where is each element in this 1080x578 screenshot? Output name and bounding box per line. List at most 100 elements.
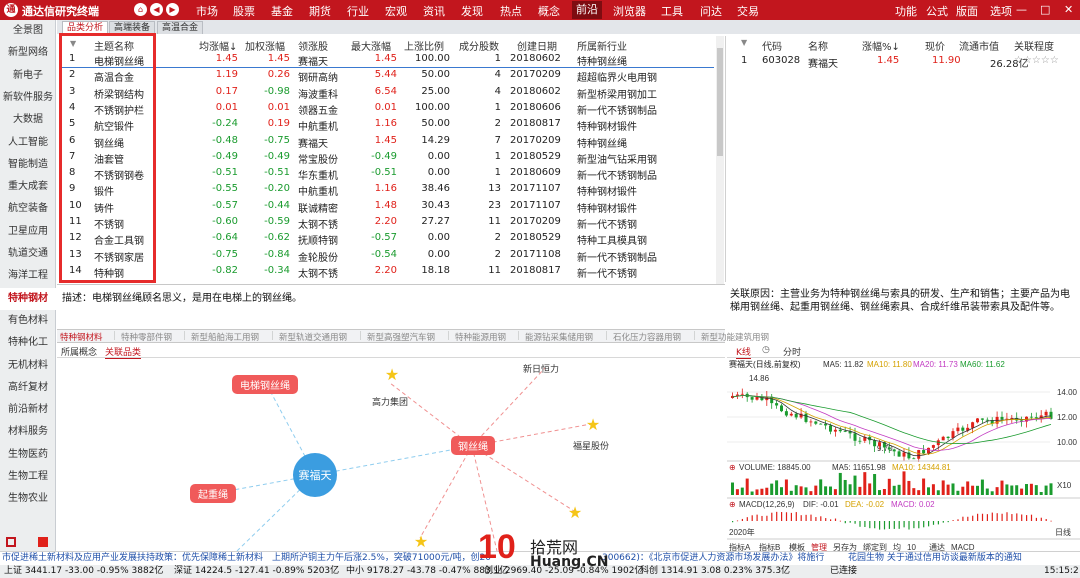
menu-item-4[interactable]: 行业 xyxy=(347,3,369,19)
table-header-3[interactable]: 领涨股 xyxy=(298,38,328,53)
sidebar-item-0[interactable]: 全景图 xyxy=(0,20,56,42)
menu-item-1[interactable]: 股票 xyxy=(233,3,255,19)
table-header-6[interactable]: 成分股数 xyxy=(459,38,499,53)
macd-bar xyxy=(928,521,930,527)
sub-tabs: 品类分析 高端装备 高温合金 xyxy=(57,20,1080,34)
table-header-2[interactable]: 加权涨幅 xyxy=(245,38,285,53)
cell-max: 5.44 xyxy=(374,69,397,81)
window-menu-2[interactable]: 版面 xyxy=(956,3,978,19)
menu-item-11[interactable]: 浏览器 xyxy=(613,3,646,19)
table-header-4[interactable]: 最大涨幅 xyxy=(351,38,391,53)
category-tab-1[interactable]: 特种零部件钢 xyxy=(121,331,172,343)
minimize-icon[interactable]: — xyxy=(1016,3,1027,16)
vma10-label: MA10: 14344.81 xyxy=(892,463,951,472)
news-item[interactable]: 300662)：《北京市促进人力资源市场发展办法》将施行 xyxy=(602,552,824,565)
clock-icon[interactable]: ◷ xyxy=(762,345,770,355)
stock-header-1[interactable]: 名称 xyxy=(808,38,828,53)
sidebar-item-13[interactable]: 有色材料 xyxy=(0,310,56,332)
cell-date: 20170209 xyxy=(510,69,561,81)
sidebar-item-12[interactable]: 特种钢材 xyxy=(0,287,56,310)
window-menu-0[interactable]: 功能 xyxy=(895,3,917,19)
kline-tab-0[interactable]: K线 xyxy=(736,345,751,359)
sidebar-item-16[interactable]: 高纤复材 xyxy=(0,377,56,399)
menu-item-9[interactable]: 概念 xyxy=(538,3,560,19)
sidebar-item-15[interactable]: 无机材料 xyxy=(0,355,56,377)
sidebar-item-2[interactable]: 新电子 xyxy=(0,65,56,87)
table-header-8[interactable]: 所属新行业 xyxy=(577,38,627,53)
stock-header-2[interactable]: 涨幅%↓ xyxy=(862,38,900,53)
layout-icon[interactable] xyxy=(38,537,48,547)
window-menu-3[interactable]: 选项 xyxy=(990,3,1012,19)
menu-item-2[interactable]: 基金 xyxy=(271,3,293,19)
menu-item-12[interactable]: 工具 xyxy=(661,3,683,19)
category-tab-5[interactable]: 特种能源用钢 xyxy=(455,331,506,343)
sidebar-item-3[interactable]: 新软件服务 xyxy=(0,87,56,109)
sidebar-item-19[interactable]: 生物医药 xyxy=(0,444,56,466)
sidebar-item-10[interactable]: 轨道交通 xyxy=(0,243,56,265)
graph-center-label: 赛福天 xyxy=(299,468,332,482)
table-header-7[interactable]: 创建日期 xyxy=(517,38,557,53)
relation-graph: 赛福天 钢丝绳 电梯钢丝绳 起重绳 ★ 高力集团 新日恒力 ★ 福星股份 ★ ★ xyxy=(57,358,725,551)
news-notice[interactable]: 花园生物 关于通过信用访谈最新版本的通知 xyxy=(848,552,1022,565)
sidebar-item-18[interactable]: 材料服务 xyxy=(0,421,56,443)
news-item[interactable]: 上期所沪铜主力午后涨2.5%，突破71000元/吨，创20 xyxy=(272,552,491,565)
category-tab-2[interactable]: 新型船舶海工用钢 xyxy=(191,331,259,343)
sidebar-item-9[interactable]: 卫星应用 xyxy=(0,221,56,243)
candle-body xyxy=(946,436,950,438)
menu-item-10[interactable]: 前沿 xyxy=(572,1,602,19)
index-sz[interactable]: 深证 14224.5 -127.41 -0.89% 5203亿 xyxy=(174,565,339,578)
subtab-2[interactable]: 高温合金 xyxy=(157,21,204,34)
news-item[interactable]: 市促进稀土新材料及应用产业发展扶持政策：优先保障稀土新材料 xyxy=(2,552,263,565)
index-sh[interactable]: 上证 3441.17 -33.00 -0.95% 3882亿 xyxy=(4,565,163,578)
menu-item-14[interactable]: 交易 xyxy=(737,3,759,19)
sidebar-item-5[interactable]: 人工智能 xyxy=(0,132,56,154)
menu-item-0[interactable]: 市场 xyxy=(196,3,218,19)
graph-tab-1[interactable]: 关联品类 xyxy=(105,345,142,359)
macd-bar xyxy=(932,521,935,525)
menu-item-5[interactable]: 宏观 xyxy=(385,3,407,19)
graph-tab-0[interactable]: 所属概念 xyxy=(61,345,97,358)
sidebar-item-1[interactable]: 新型网络 xyxy=(0,42,56,64)
window-menu-1[interactable]: 公式 xyxy=(926,3,948,19)
category-tab-6[interactable]: 能源钻采集储用钢 xyxy=(525,331,593,343)
sidebar-item-21[interactable]: 生物农业 xyxy=(0,488,56,510)
home-icon[interactable]: ⌂ xyxy=(134,3,147,16)
category-tab-4[interactable]: 新型高强塑汽车钢 xyxy=(367,331,435,343)
menu-item-13[interactable]: 问达 xyxy=(700,3,722,19)
maximize-icon[interactable]: □ xyxy=(1040,3,1050,16)
menu-item-3[interactable]: 期货 xyxy=(309,3,331,19)
sort-indicator-icon[interactable]: ▼ xyxy=(741,38,747,47)
sidebar-item-6[interactable]: 智能制造 xyxy=(0,154,56,176)
sidebar-item-11[interactable]: 海洋工程 xyxy=(0,265,56,287)
stock-header-4[interactable]: 流通市值 xyxy=(959,38,999,53)
stock-header-3[interactable]: 现价 xyxy=(925,38,945,53)
menu-item-7[interactable]: 发现 xyxy=(461,3,483,19)
back-icon[interactable]: ◀ xyxy=(150,3,163,16)
category-tab-8[interactable]: 新型功能建筑用钢 xyxy=(701,331,769,343)
sidebar-item-7[interactable]: 重大成套 xyxy=(0,176,56,198)
macd-bar xyxy=(908,521,910,530)
panel-toggle-icon[interactable] xyxy=(6,537,16,547)
cell-avg: -0.24 xyxy=(212,118,238,130)
sidebar-item-8[interactable]: 航空装备 xyxy=(0,198,56,220)
stock-header-5[interactable]: 关联程度 xyxy=(1014,38,1054,53)
menu-item-6[interactable]: 资讯 xyxy=(423,3,445,19)
stock-header-0[interactable]: 代码 xyxy=(762,38,782,53)
category-tab-7[interactable]: 石化压力容器用钢 xyxy=(613,331,681,343)
category-tab-3[interactable]: 新型轨道交通用钢 xyxy=(279,331,347,343)
sidebar-item-4[interactable]: 大数据 xyxy=(0,109,56,131)
cell-date: 20180606 xyxy=(510,101,561,113)
table-header-1[interactable]: 均涨幅↓ xyxy=(199,38,237,53)
forward-icon[interactable]: ▶ xyxy=(166,3,179,16)
sidebar-item-17[interactable]: 前沿新材 xyxy=(0,399,56,421)
sidebar-item-20[interactable]: 生物工程 xyxy=(0,466,56,488)
kline-tab-1[interactable]: 分时 xyxy=(783,345,801,358)
menu-item-8[interactable]: 热点 xyxy=(500,3,522,19)
cell-lead: 赛福天 xyxy=(298,138,328,150)
table-header-5[interactable]: 上涨比例 xyxy=(404,38,444,53)
table-scroll-thumb[interactable] xyxy=(717,48,723,156)
index-kc[interactable]: 科创 1314.91 3.08 0.23% 375.3亿 xyxy=(640,565,790,578)
category-tab-0[interactable]: 特种钢材料 xyxy=(60,331,103,343)
close-icon[interactable]: ✕ xyxy=(1064,3,1073,16)
sidebar-item-14[interactable]: 特种化工 xyxy=(0,332,56,354)
